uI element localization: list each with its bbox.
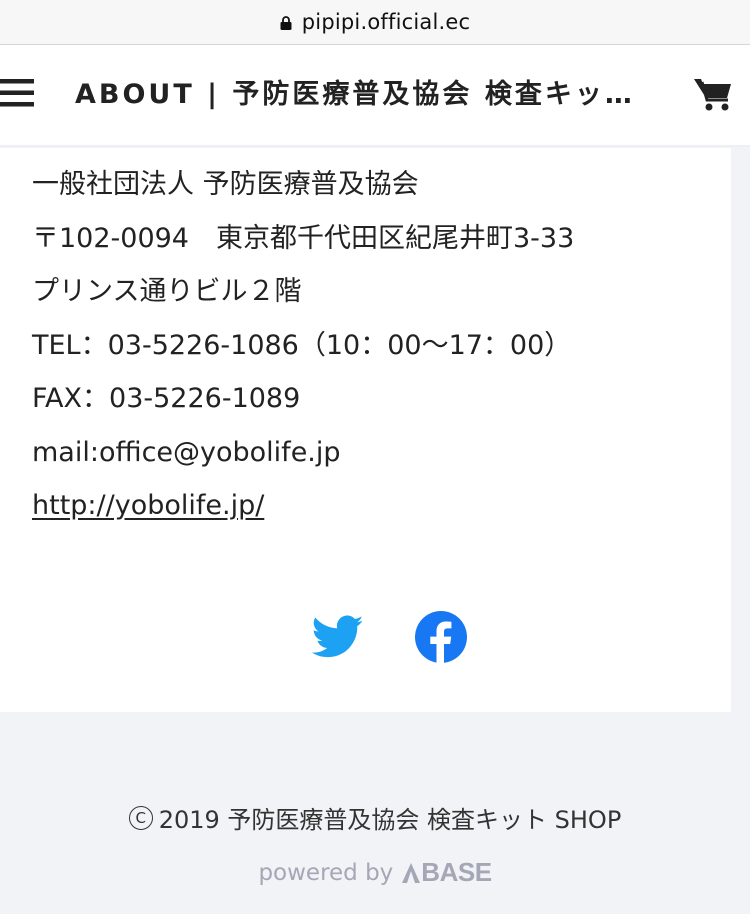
base-triangle-icon (402, 862, 421, 883)
contact-info: 一般社団法人 予防医療普及協会 〒102-0094 東京都千代田区紀尾井町3-3… (32, 158, 574, 533)
organization-name: 一般社団法人 予防医療普及協会 (32, 169, 419, 200)
powered-by-label: powered by (258, 859, 394, 886)
hamburger-menu-icon[interactable] (0, 77, 36, 109)
twitter-icon[interactable] (312, 614, 364, 660)
page-title: ABOUT | 予防医療普及協会 検査キッ… (75, 79, 635, 110)
site-header: ABOUT | 予防医療普及協会 検査キッ… (0, 45, 750, 147)
lock-icon (280, 15, 292, 30)
url-text: pipipi.official.ec (301, 10, 471, 34)
email: mail:office@yobolife.jp (32, 436, 341, 468)
social-links (312, 611, 467, 663)
site-footer: C 2019 予防医療普及協会 検査キット SHOP powered by BA… (0, 800, 750, 888)
copyright-text: C 2019 予防医療普及協会 検査キット SHOP (128, 800, 622, 835)
fax: FAX：03-5226-1089 (32, 383, 301, 414)
browser-url-bar[interactable]: pipipi.official.ec (0, 0, 750, 45)
powered-by: powered by BASE (0, 857, 750, 888)
shopping-cart-icon[interactable] (693, 76, 733, 112)
postal-address: 〒102-0094 東京都千代田区紀尾井町3-33 (32, 222, 575, 254)
base-logo-text: BASE (421, 857, 492, 887)
website-link[interactable]: http://yobolife.jp/ (32, 479, 574, 533)
copyright-icon: C (128, 805, 153, 830)
about-content-card: 一般社団法人 予防医療普及協会 〒102-0094 東京都千代田区紀尾井町3-3… (0, 148, 731, 712)
copyright-label: 2019 予防医療普及協会 検査キット SHOP (158, 806, 622, 834)
facebook-icon[interactable] (415, 611, 467, 663)
building-name: プリンス通りビル２階 (32, 276, 302, 307)
telephone: TEL：03-5226-1086（10：00〜17：00） (32, 329, 572, 361)
base-logo[interactable]: BASE (401, 857, 492, 888)
